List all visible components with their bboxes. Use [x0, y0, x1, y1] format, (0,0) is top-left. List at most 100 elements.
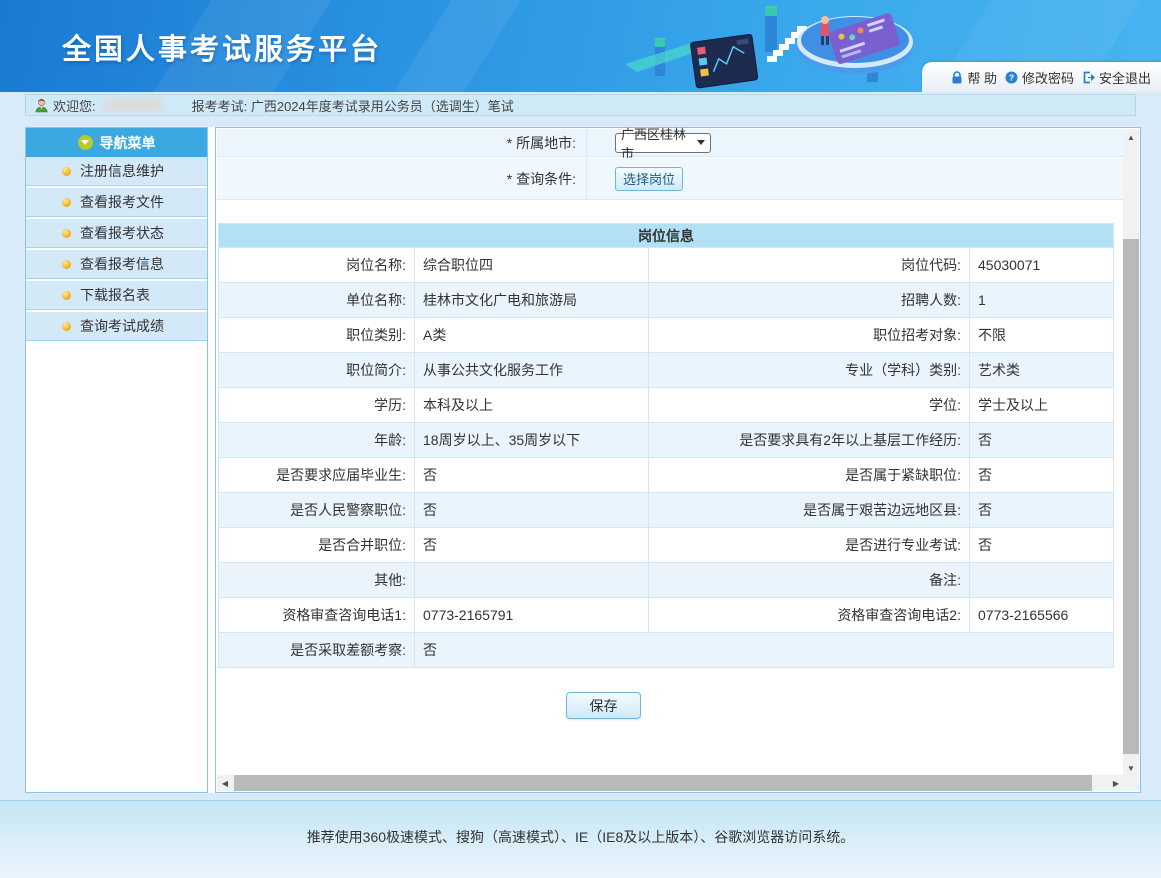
field-value: 1 — [970, 283, 1114, 318]
scrollbar-corner — [1123, 775, 1139, 791]
query-form-row: * 查询条件: 选择岗位 — [217, 158, 1125, 200]
sidebar-item-view-documents[interactable]: 查看报考文件 — [26, 188, 207, 217]
sidebar-item-label: 下载报名表 — [80, 285, 150, 305]
field-label: 招聘人数: — [649, 283, 970, 318]
save-button[interactable]: 保存 — [566, 692, 641, 719]
field-value: 否 — [970, 493, 1114, 528]
sidebar: 导航菜单 注册信息维护 查看报考文件 查看报考状态 查看报考信息 下载报名表 查… — [25, 127, 208, 793]
header-links: 帮 助 ? 修改密码 安全退出 — [922, 62, 1161, 92]
sidebar-item-register-info[interactable]: 注册信息维护 — [26, 157, 207, 186]
bullet-dot-icon — [62, 291, 71, 300]
field-label: 是否进行专业考试: — [649, 528, 970, 563]
sidebar-item-view-status[interactable]: 查看报考状态 — [26, 219, 207, 248]
table-row: 其他: 备注: — [219, 563, 1114, 598]
table-row: 是否人民警察职位: 否 是否属于艰苦边远地区县: 否 — [219, 493, 1114, 528]
field-value: 否 — [970, 423, 1114, 458]
welcome-bar: 欢迎您: 报考考试: 广西2024年度考试录用公务员（选调生）笔试 — [25, 94, 1136, 116]
vertical-scrollbar[interactable]: ▲ ▼ — [1123, 129, 1139, 776]
question-icon: ? — [1005, 70, 1019, 84]
field-value: 桂林市文化广电和旅游局 — [415, 283, 649, 318]
change-password-label: 修改密码 — [1022, 68, 1074, 87]
table-row: 职位简介: 从事公共文化服务工作 专业（学科）类别: 艺术类 — [219, 353, 1114, 388]
field-value: 0773-2165791 — [415, 598, 649, 633]
sidebar-nav-header[interactable]: 导航菜单 — [26, 128, 207, 157]
field-label: 职位招考对象: — [649, 318, 970, 353]
vertical-scroll-track[interactable] — [1123, 145, 1139, 760]
scroll-up-icon[interactable]: ▲ — [1123, 129, 1139, 145]
table-row: 是否合并职位: 否 是否进行专业考试: 否 — [219, 528, 1114, 563]
field-value: 本科及以上 — [415, 388, 649, 423]
city-select[interactable]: 广西区桂林市 — [615, 133, 711, 153]
table-row: 学历: 本科及以上 学位: 学士及以上 — [219, 388, 1114, 423]
user-icon — [34, 98, 49, 113]
field-label: 是否合并职位: — [219, 528, 415, 563]
bullet-dot-icon — [62, 229, 71, 238]
horizontal-scrollbar[interactable]: ◀ ▶ — [217, 775, 1124, 791]
table-row: 是否要求应届毕业生: 否 是否属于紧缺职位: 否 — [219, 458, 1114, 493]
field-label: 单位名称: — [219, 283, 415, 318]
field-label: 专业（学科）类别: — [649, 353, 970, 388]
vertical-scroll-thumb[interactable] — [1123, 239, 1139, 754]
horizontal-scroll-track[interactable] — [233, 775, 1108, 791]
header-illustration — [615, 0, 925, 92]
field-value — [415, 563, 649, 598]
field-label: 是否属于艰苦边远地区县: — [649, 493, 970, 528]
field-value: 否 — [415, 458, 649, 493]
query-label: * 查询条件: — [217, 158, 587, 199]
field-value: 否 — [970, 528, 1114, 563]
bullet-dot-icon — [62, 260, 71, 269]
field-value: 0773-2165566 — [970, 598, 1114, 633]
greeting-label: 欢迎您: — [53, 96, 96, 115]
field-label: 其他: — [219, 563, 415, 598]
field-label: 是否要求应届毕业生: — [219, 458, 415, 493]
logout-icon — [1082, 70, 1096, 84]
sidebar-item-label: 注册信息维护 — [80, 161, 164, 181]
table-row: 年龄: 18周岁以上、35周岁以下 是否要求具有2年以上基层工作经历: 否 — [219, 423, 1114, 458]
field-label: 岗位代码: — [649, 248, 970, 283]
bullet-dot-icon — [62, 322, 71, 331]
scroll-left-icon[interactable]: ◀ — [217, 775, 233, 791]
change-password-link[interactable]: ? 修改密码 — [1005, 68, 1074, 87]
footer-text: 推荐使用360极速模式、搜狗（高速模式）、IE（IE8及以上版本）、谷歌浏览器访… — [307, 829, 855, 845]
sidebar-item-view-info[interactable]: 查看报考信息 — [26, 250, 207, 279]
help-link[interactable]: 帮 助 — [950, 68, 997, 87]
field-label: 是否要求具有2年以上基层工作经历: — [649, 423, 970, 458]
header-streak — [383, 0, 528, 92]
field-value: 从事公共文化服务工作 — [415, 353, 649, 388]
lock-icon — [950, 70, 964, 84]
chevron-down-icon — [697, 140, 705, 145]
field-label: 是否采取差额考察: — [219, 633, 415, 668]
city-form-row: * 所属地市: 广西区桂林市 — [217, 129, 1125, 157]
sidebar-item-label: 查看报考文件 — [80, 192, 164, 212]
sidebar-item-query-scores[interactable]: 查询考试成绩 — [26, 312, 207, 341]
field-label: 是否人民警察职位: — [219, 493, 415, 528]
horizontal-scroll-thumb[interactable] — [234, 775, 1092, 791]
scroll-right-icon[interactable]: ▶ — [1108, 775, 1124, 791]
field-value: 艺术类 — [970, 353, 1114, 388]
logout-link[interactable]: 安全退出 — [1082, 68, 1151, 87]
field-label: 职位简介: — [219, 353, 415, 388]
exam-label: 报考考试: 广西2024年度考试录用公务员（选调生）笔试 — [192, 96, 514, 115]
chevron-down-icon — [78, 135, 93, 150]
nav-header-label: 导航菜单 — [100, 133, 156, 153]
username-redacted — [104, 99, 162, 112]
table-title: 岗位信息 — [219, 224, 1114, 248]
svg-text:?: ? — [1009, 72, 1014, 82]
table-row: 资格审查咨询电话1: 0773-2165791 资格审查咨询电话2: 0773-… — [219, 598, 1114, 633]
sidebar-item-download-form[interactable]: 下载报名表 — [26, 281, 207, 310]
choose-position-button[interactable]: 选择岗位 — [615, 167, 683, 191]
field-label: 职位类别: — [219, 318, 415, 353]
table-row: 职位类别: A类 职位招考对象: 不限 — [219, 318, 1114, 353]
sidebar-item-label: 查看报考状态 — [80, 223, 164, 243]
city-select-value: 广西区桂林市 — [621, 124, 697, 162]
field-label: 是否属于紧缺职位: — [649, 458, 970, 493]
field-label: 岗位名称: — [219, 248, 415, 283]
field-value: 不限 — [970, 318, 1114, 353]
main-area: 导航菜单 注册信息维护 查看报考文件 查看报考状态 查看报考信息 下载报名表 查… — [25, 127, 1141, 793]
field-value: 综合职位四 — [415, 248, 649, 283]
field-value: 否 — [415, 528, 649, 563]
table-row: 岗位名称: 综合职位四 岗位代码: 45030071 — [219, 248, 1114, 283]
field-label: 年龄: — [219, 423, 415, 458]
scroll-down-icon[interactable]: ▼ — [1123, 760, 1139, 776]
field-value: 18周岁以上、35周岁以下 — [415, 423, 649, 458]
